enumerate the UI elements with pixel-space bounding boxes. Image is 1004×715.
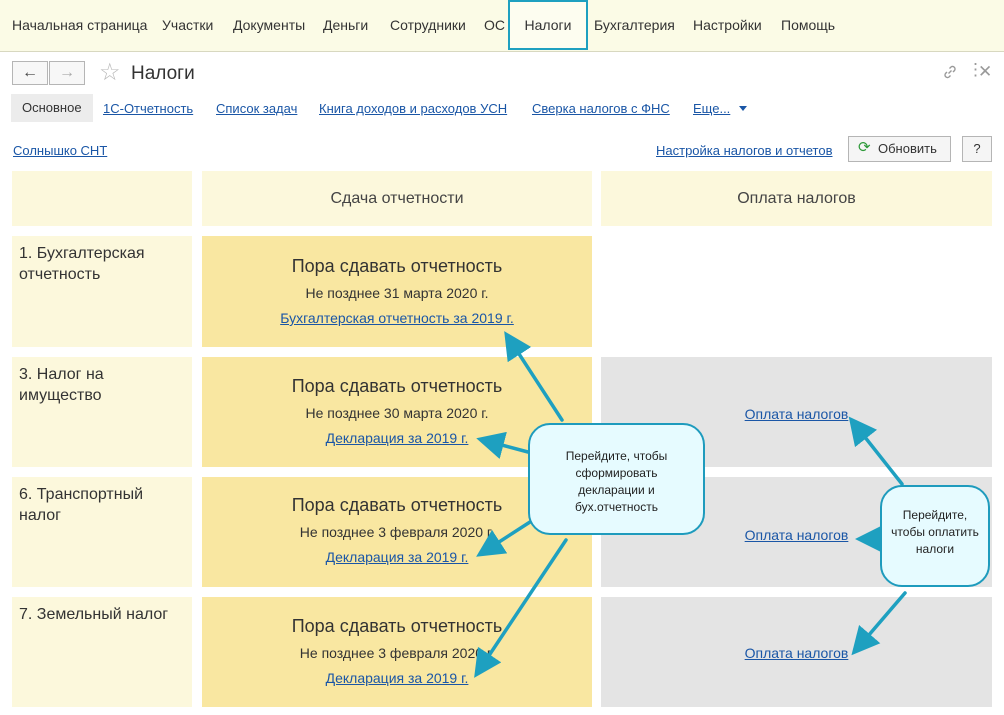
- row-label-property-tax: 3. Налог на имущество: [12, 357, 192, 467]
- refresh-icon: ⟳: [858, 139, 871, 156]
- close-icon[interactable]: ✕: [978, 62, 992, 82]
- back-button[interactable]: ←: [12, 61, 48, 85]
- tab-main[interactable]: Основное: [11, 94, 93, 122]
- menu-item-taxes[interactable]: Налоги: [508, 0, 588, 50]
- menu-item-help[interactable]: Помощь: [781, 0, 835, 50]
- help-button[interactable]: ?: [962, 136, 992, 162]
- tab-tax-reconciliation[interactable]: Сверка налогов с ФНС: [532, 101, 670, 116]
- report-status: Пора сдавать отчетность: [291, 616, 503, 636]
- report-deadline: Не позднее 31 марта 2020 г.: [305, 285, 489, 301]
- report-deadline: Не позднее 30 марта 2020 г.: [305, 405, 489, 421]
- tab-task-list[interactable]: Список задач: [216, 101, 297, 116]
- menu-item-documents[interactable]: Документы: [233, 0, 305, 50]
- tax-settings-link[interactable]: Настройка налогов и отчетов: [656, 143, 832, 158]
- row-label-transport-tax: 6. Транспортный налог: [12, 477, 192, 587]
- accounting-report-link[interactable]: Бухгалтерская отчетность за 2019 г.: [202, 310, 592, 326]
- corner-header: [12, 171, 192, 226]
- tab-income-expense-book[interactable]: Книга доходов и расходов УСН: [319, 101, 507, 116]
- forward-button[interactable]: →: [49, 61, 85, 85]
- land-tax-payment-link[interactable]: Оплата налогов: [601, 645, 992, 661]
- row-label-land-tax: 7. Земельный налог: [12, 597, 192, 707]
- report-cell-accounting: Пора сдавать отчетность Не позднее 31 ма…: [202, 236, 592, 347]
- report-status: Пора сдавать отчетность: [291, 256, 503, 276]
- callout-payment-hint: Перейдите, чтобы оплатить налоги: [880, 485, 990, 587]
- refresh-button[interactable]: ⟳ Обновить: [848, 136, 951, 162]
- menu-item-home[interactable]: Начальная страница: [12, 0, 147, 50]
- menu-item-settings[interactable]: Настройки: [693, 0, 762, 50]
- menu-item-money[interactable]: Деньги: [323, 0, 368, 50]
- report-status: Пора сдавать отчетность: [291, 376, 503, 396]
- callout-reporting-hint: Перейдите, чтобы сформировать декларации…: [528, 423, 705, 535]
- organization-link[interactable]: Солнышко СНТ: [13, 143, 107, 158]
- property-tax-payment-link[interactable]: Оплата налогов: [601, 406, 992, 422]
- menu-item-employees[interactable]: Сотрудники: [390, 0, 466, 50]
- refresh-label: Обновить: [878, 141, 937, 156]
- top-menu: Начальная страница Участки Документы Ден…: [0, 0, 1004, 52]
- column-header-reporting: Сдача отчетности: [202, 171, 592, 226]
- chevron-down-icon: [739, 106, 748, 111]
- more-label: Еще...: [693, 101, 731, 116]
- land-tax-declaration-link[interactable]: Декларация за 2019 г.: [202, 670, 592, 686]
- column-header-payment: Оплата налогов: [601, 171, 992, 226]
- tab-1c-reporting[interactable]: 1С-Отчетность: [103, 101, 193, 116]
- menu-item-accounting[interactable]: Бухгалтерия: [594, 0, 675, 50]
- transport-tax-declaration-link[interactable]: Декларация за 2019 г.: [202, 549, 592, 565]
- report-deadline: Не позднее 3 февраля 2020 г.: [299, 645, 495, 661]
- tab-more-dropdown[interactable]: Еще...: [693, 101, 748, 116]
- page-title: Налоги: [131, 63, 195, 84]
- row-label-accounting: 1. Бухгалтерская отчетность: [12, 236, 192, 347]
- link-icon[interactable]: [942, 62, 958, 85]
- report-cell-land-tax: Пора сдавать отчетность Не позднее 3 фев…: [202, 597, 592, 707]
- menu-item-fixed-assets[interactable]: ОС: [484, 0, 505, 50]
- favorite-star-icon[interactable]: ☆: [99, 58, 121, 87]
- payment-cell-land-tax: Оплата налогов: [601, 597, 992, 707]
- menu-item-sections[interactable]: Участки: [162, 0, 213, 50]
